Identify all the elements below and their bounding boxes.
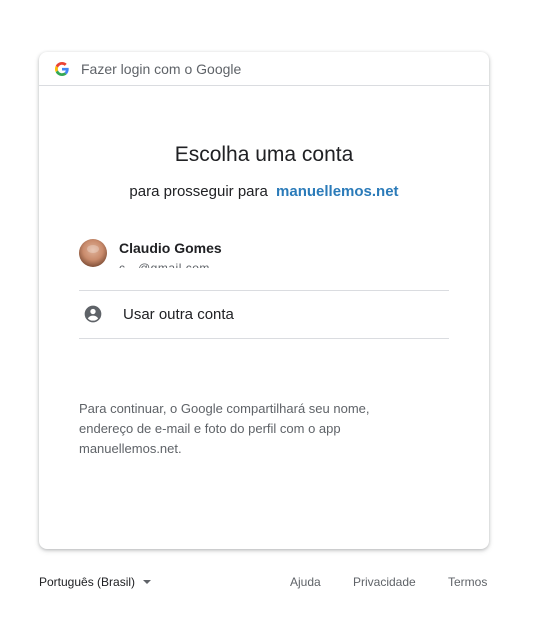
footer: Português (Brasil) Ajuda Privacidade Ter… — [39, 575, 489, 591]
account-circle-icon — [84, 305, 102, 323]
header-title: Fazer login com o Google — [81, 60, 242, 77]
google-g-icon — [55, 61, 69, 76]
sign-in-card: Fazer login com o Google Escolha uma con… — [39, 52, 489, 549]
subtitle-prefix: para prosseguir para — [129, 183, 268, 200]
account-name: Claudio Gomes — [119, 240, 222, 256]
terms-link[interactable]: Termos — [448, 575, 487, 589]
chevron-down-icon — [143, 580, 152, 584]
use-another-account-label: Usar outra conta — [123, 306, 234, 323]
account-email: c…@gmail.com — [119, 261, 210, 268]
use-another-account-button[interactable]: Usar outra conta — [79, 291, 449, 339]
language-label: Português (Brasil) — [39, 575, 136, 589]
page-title: Escolha uma conta — [174, 143, 354, 166]
privacy-link[interactable]: Privacidade — [353, 575, 416, 589]
user-avatar — [79, 239, 107, 267]
help-link[interactable]: Ajuda — [290, 575, 321, 589]
account-item[interactable]: Claudio Gomes c…@gmail.com — [79, 232, 449, 291]
card-header: Fazer login com o Google — [39, 52, 489, 86]
app-link[interactable]: manuellemos.net — [276, 183, 399, 200]
privacy-notice: Para continuar, o Google compartilhará s… — [79, 401, 370, 456]
language-selector[interactable]: Português (Brasil) — [39, 575, 152, 589]
page-subtitle: para prosseguir para manuellemos.net — [39, 183, 489, 200]
